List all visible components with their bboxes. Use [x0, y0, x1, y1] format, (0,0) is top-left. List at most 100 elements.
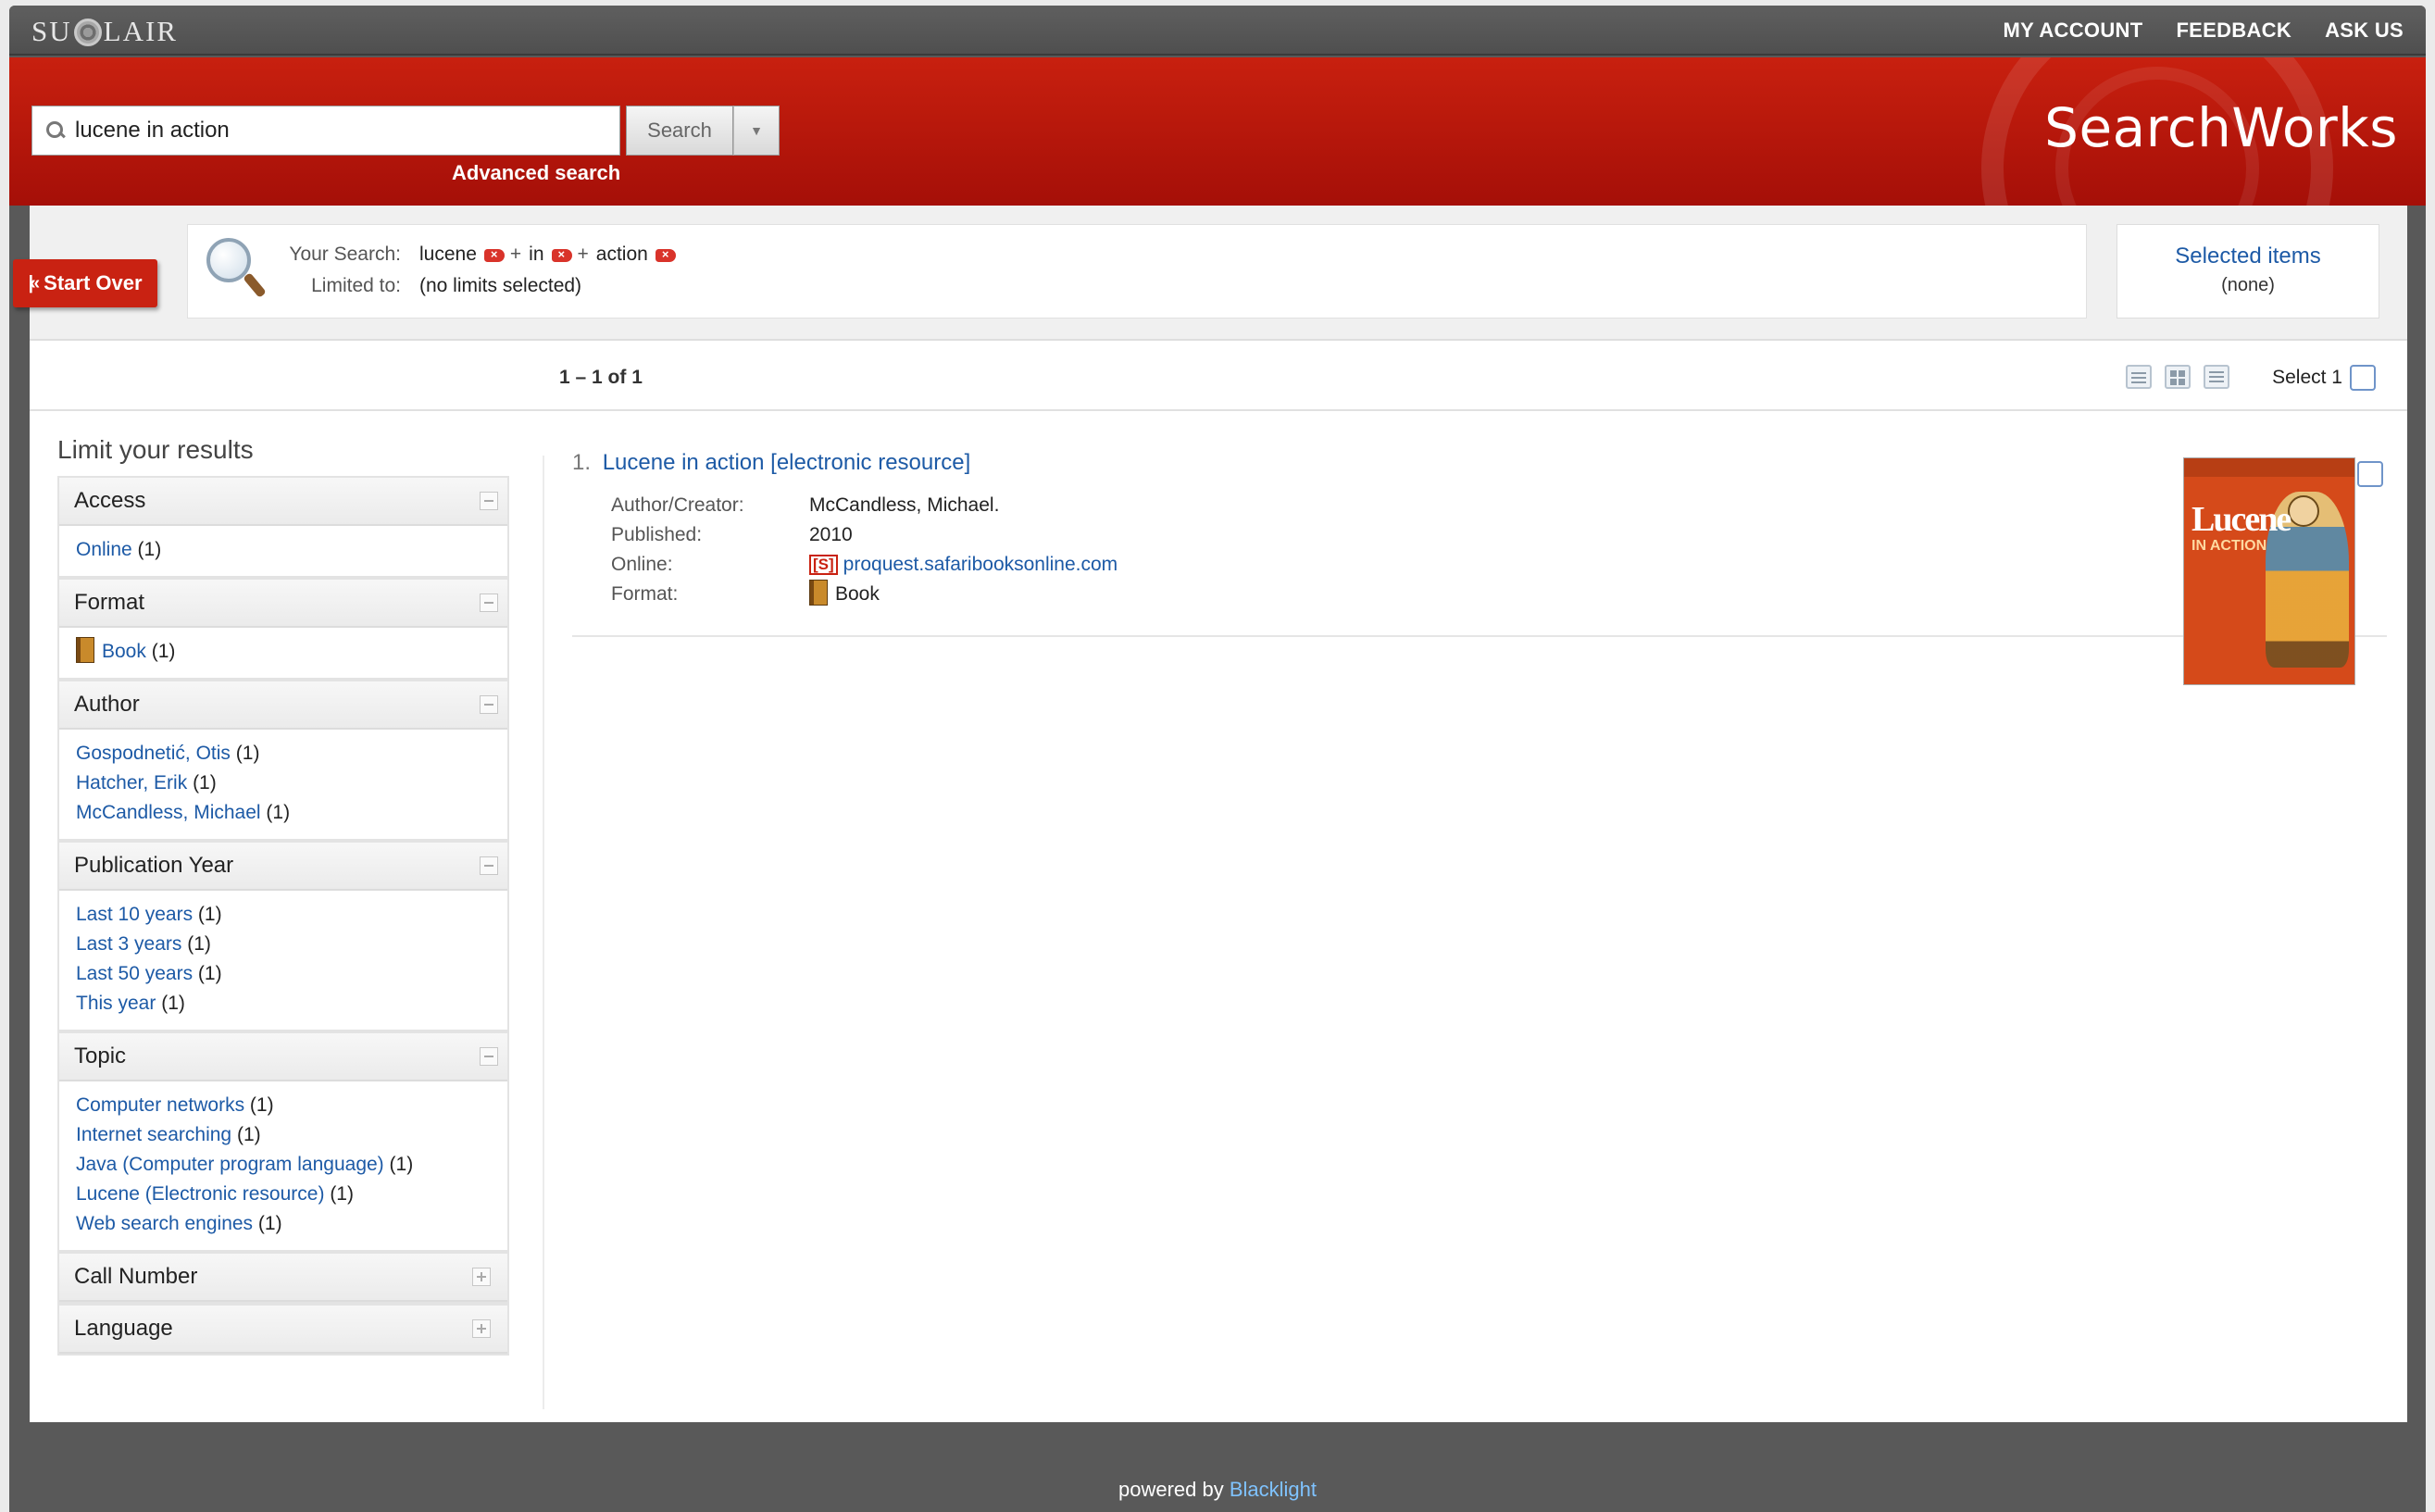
facet-item: Last 3 years (1) [76, 930, 491, 959]
search-button[interactable]: Search [626, 106, 733, 156]
select-all: Select 1 [2272, 365, 2376, 391]
facet-count: (1) [266, 802, 291, 823]
selected-items-panel: Selected items (none) [2117, 224, 2379, 319]
facet-link[interactable]: McCandless, Michael [76, 802, 261, 823]
magnifier-icon [206, 238, 267, 305]
field-label: Published: [611, 524, 703, 545]
select-all-label: Select 1 [2272, 367, 2342, 388]
facet-link[interactable]: Last 10 years [76, 904, 193, 925]
facet-header[interactable]: Format [59, 580, 507, 628]
result-select-checkbox[interactable] [2357, 461, 2383, 487]
result-count: 1 – 1 of 1 [559, 367, 643, 388]
browser-frame: SU LAIR MY ACCOUNT FEEDBACK ASK US Searc… [9, 6, 2426, 1512]
facet-link[interactable]: Hatcher, Erik [76, 772, 187, 793]
collapse-icon[interactable] [480, 695, 498, 714]
blacklight-link[interactable]: Blacklight [1230, 1478, 1317, 1501]
facet-header[interactable]: Topic [59, 1033, 507, 1081]
facet-count: (1) [389, 1154, 414, 1175]
online-link[interactable]: proquest.safaribooksonline.com [843, 554, 1118, 576]
facet-count: (1) [235, 743, 260, 764]
my-account-link[interactable]: MY ACCOUNT [2004, 19, 2143, 43]
result-title: 1. Lucene in action [electronic resource… [572, 450, 2387, 476]
gallery-view-icon[interactable] [2165, 365, 2191, 389]
facet-link[interactable]: Book [102, 641, 146, 662]
facet-header[interactable]: Language [59, 1306, 507, 1354]
advanced-search-link[interactable]: Advanced search [452, 161, 620, 185]
collapse-icon[interactable] [480, 1047, 498, 1066]
facet-header[interactable]: Publication Year [59, 843, 507, 891]
list-view-icon[interactable] [2126, 365, 2152, 389]
cover-subtitle: IN ACTION [2192, 538, 2267, 554]
facet-link[interactable]: Online [76, 539, 132, 560]
remove-term-icon[interactable] [551, 247, 572, 262]
facet-link[interactable]: Gospodnetić, Otis [76, 743, 231, 764]
search-options-dropdown[interactable]: ▼ [733, 106, 780, 156]
facet-link[interactable]: Lucene (Electronic resource) [76, 1183, 324, 1205]
remove-term-icon[interactable] [483, 247, 505, 262]
collapse-icon[interactable] [480, 856, 498, 875]
remove-term-icon[interactable] [655, 247, 676, 262]
facet-link[interactable]: Last 3 years [76, 933, 181, 955]
selected-items-link[interactable]: Selected items [2117, 244, 2379, 269]
facet-link[interactable]: Java (Computer program language) [76, 1154, 384, 1175]
limited-to-value: (no limits selected) [419, 275, 582, 296]
top-bar: SU LAIR MY ACCOUNT FEEDBACK ASK US [9, 6, 2426, 56]
facet-item: Java (Computer program language) (1) [76, 1150, 491, 1180]
start-over-button[interactable]: |« Start Over [13, 259, 157, 307]
facet-header[interactable]: Access [59, 478, 507, 526]
facet-item: Online (1) [76, 535, 491, 565]
facet-title: Format [74, 590, 145, 615]
facet-count: (1) [137, 539, 162, 560]
feedback-link[interactable]: FEEDBACK [2176, 19, 2291, 43]
searchworks-brand[interactable]: SearchWorks [2044, 96, 2398, 159]
expand-icon[interactable] [472, 1268, 491, 1286]
expand-icon[interactable] [472, 1319, 491, 1338]
facet-title: Author [74, 692, 140, 717]
facet-title: Language [74, 1316, 173, 1341]
search-header: Search ▼ Advanced search SearchWorks [9, 57, 2426, 206]
facet-body: Computer networks (1) Internet searching… [59, 1081, 507, 1250]
result-number: 1. [572, 450, 592, 475]
search-result: 1. Lucene in action [electronic resource… [572, 450, 2387, 685]
results-toolbar: 1 – 1 of 1 Select 1 [30, 343, 2407, 411]
facet-body: Online (1) [59, 526, 507, 576]
facet-count: (1) [193, 772, 217, 793]
facet-item: Gospodnetić, Otis (1) [76, 739, 491, 768]
su-lair-logo[interactable]: SU LAIR [31, 15, 178, 48]
facet-link[interactable]: Web search engines [76, 1213, 253, 1234]
brief-view-icon[interactable] [2204, 365, 2229, 389]
ask-us-link[interactable]: ASK US [2325, 19, 2404, 43]
field-value: 2010 [809, 524, 853, 545]
limited-to-row: Limited to: (no limits selected) [271, 275, 581, 297]
facet-count: (1) [257, 1213, 282, 1234]
book-cover-image[interactable]: Lucene IN ACTION [2183, 457, 2355, 685]
facet-link[interactable]: Computer networks [76, 1094, 244, 1116]
logo-text-left: SU [31, 15, 72, 47]
facet-count: (1) [197, 963, 222, 984]
field-format: Format: Book [611, 580, 1118, 609]
facet-publication-year: Publication Year Last 10 years (1) Last … [57, 841, 509, 1031]
facet-item: Hatcher, Erik (1) [76, 768, 491, 798]
result-title-link[interactable]: Lucene in action [electronic resource] [603, 450, 971, 475]
limited-to-label: Limited to: [311, 275, 401, 296]
collapse-icon[interactable] [480, 492, 498, 510]
search-input[interactable] [75, 118, 612, 144]
facet-header[interactable]: Author [59, 681, 507, 730]
facet-link[interactable]: Internet searching [76, 1124, 231, 1145]
field-label: Author/Creator: [611, 494, 744, 516]
facet-title: Topic [74, 1043, 127, 1068]
cover-title: Lucene [2192, 500, 2291, 539]
facet-link[interactable]: Last 50 years [76, 963, 193, 984]
collapse-icon[interactable] [480, 594, 498, 612]
facet-link[interactable]: This year [76, 993, 156, 1014]
start-over-label: Start Over [44, 271, 143, 294]
select-all-checkbox[interactable] [2350, 365, 2376, 391]
facet-header[interactable]: Call Number [59, 1254, 507, 1302]
view-switcher [2126, 365, 2229, 389]
facet-item: Lucene (Electronic resource) (1) [76, 1180, 491, 1209]
facet-format: Format Book (1) [57, 578, 509, 680]
field-value: Book [835, 583, 880, 605]
search-term: action [595, 244, 648, 265]
field-published: Published: 2010 [611, 520, 1118, 550]
search-term: in [529, 244, 544, 265]
